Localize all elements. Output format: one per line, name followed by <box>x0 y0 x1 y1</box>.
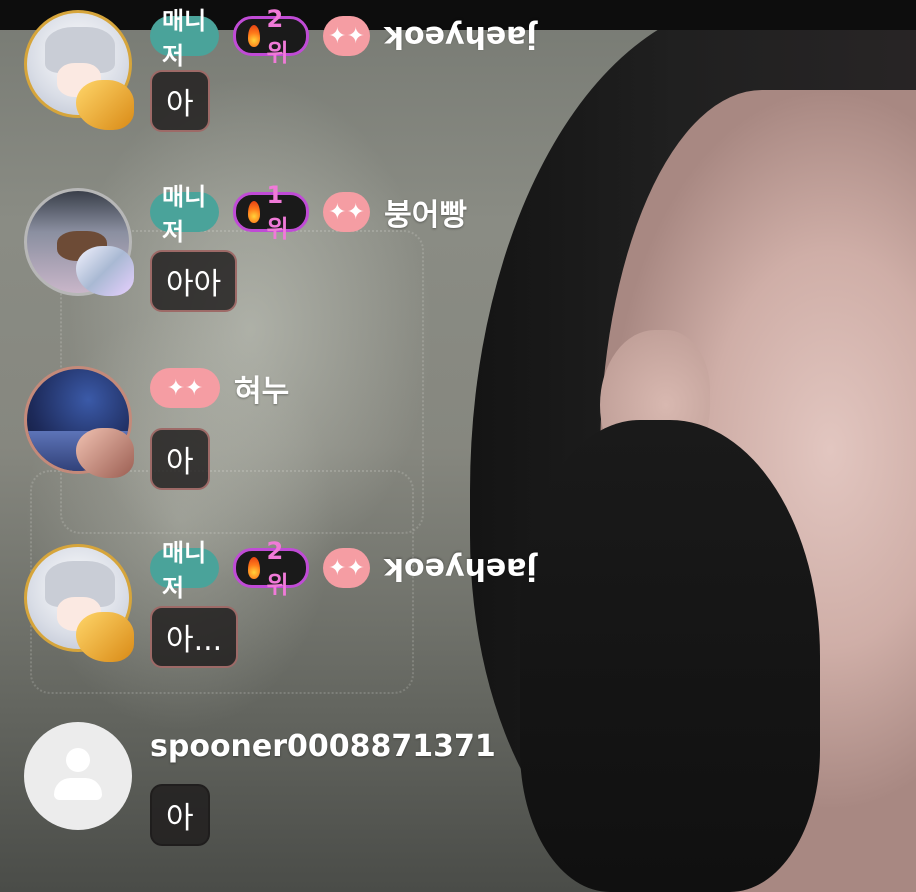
message-bubble: 아 <box>150 784 210 846</box>
message-bubble: 아 <box>150 428 210 490</box>
person-head-shape <box>66 748 90 772</box>
sparkle-icon: ✦✦ <box>322 16 371 56</box>
fire-icon <box>247 201 261 223</box>
rank-label: 1위 <box>266 180 289 243</box>
rank-badge: 1위 <box>232 181 309 243</box>
username[interactable]: 붕어빵 <box>384 190 467 234</box>
rank-label: 2위 <box>266 536 289 599</box>
rank-label: 2위 <box>266 4 289 67</box>
default-person-icon[interactable] <box>24 722 132 830</box>
sparkle-icon: ✦✦ <box>322 192 371 232</box>
manager-badge: 매니저 <box>150 7 219 70</box>
username[interactable]: spooner0008871371 <box>150 729 496 764</box>
sparkle-icon: ✦✦ <box>322 548 371 588</box>
manager-badge: 매니저 <box>150 539 219 602</box>
rank-badge: 2위 <box>232 5 309 67</box>
username[interactable]: jaehyeok <box>384 19 537 54</box>
hair-braid-shape <box>520 420 820 892</box>
manager-badge: 매니저 <box>150 183 219 246</box>
message-bubble: 아아 <box>150 250 238 312</box>
username[interactable]: 혀누 <box>234 366 289 410</box>
message-bubble: 아 <box>150 70 210 132</box>
person-body-shape <box>54 778 102 800</box>
rank-badge: 2위 <box>232 537 309 599</box>
message-bubble: 아... <box>150 606 239 668</box>
fire-icon <box>247 25 261 47</box>
username[interactable]: jaehyeok <box>384 551 537 586</box>
sparkle-icon: ✦✦ <box>150 368 220 408</box>
fire-icon <box>247 557 261 579</box>
